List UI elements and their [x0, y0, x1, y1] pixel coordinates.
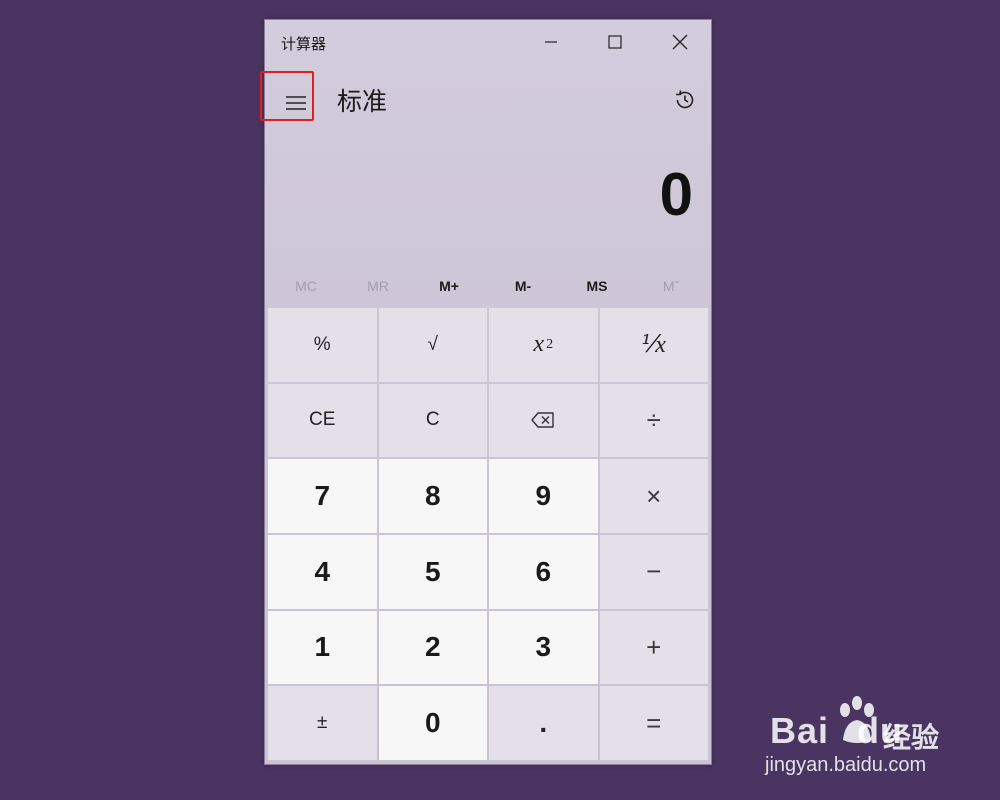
digit-0-key[interactable]: 0 [378, 686, 487, 760]
hamburger-menu-icon [286, 96, 306, 110]
square-key[interactable]: x2 [489, 308, 598, 382]
paw-icon [840, 696, 874, 743]
memory-add-button[interactable]: M+ [413, 270, 485, 302]
maximize-icon [608, 35, 622, 49]
clear-entry-key[interactable]: CE [268, 383, 377, 458]
memory-toolbar: MC MR M+ M- MS Mˇ [265, 270, 711, 302]
result-display: 0 [659, 161, 693, 228]
digit-9-key[interactable]: 9 [489, 459, 598, 533]
percent-key[interactable]: % [268, 308, 377, 382]
app-title: 计算器 [281, 35, 327, 53]
backspace-key[interactable] [489, 383, 598, 458]
digit-3-key[interactable]: 3 [489, 610, 598, 685]
negate-key[interactable]: ± [268, 686, 377, 760]
minimize-icon [545, 41, 557, 43]
keypad: % √ x2 ⅟x CE C ÷ 7 8 9 × 4 5 6 − 1 2 3 +… [268, 308, 708, 760]
backspace-icon [531, 412, 554, 429]
square-root-key[interactable]: √ [378, 308, 487, 382]
close-button[interactable] [648, 20, 712, 64]
digit-1-key[interactable]: 1 [268, 610, 377, 685]
history-icon [676, 90, 694, 109]
maximize-button[interactable] [583, 20, 647, 64]
memory-store-button[interactable]: MS [561, 270, 633, 302]
watermark-url: jingyan.baidu.com [765, 754, 927, 776]
mode-title: 标准 [337, 87, 388, 116]
digit-7-key[interactable]: 7 [268, 459, 377, 533]
add-key[interactable]: + [599, 610, 708, 685]
title-bar: 计算器 [265, 20, 711, 66]
digit-2-key[interactable]: 2 [378, 610, 487, 685]
navigation-menu-button[interactable] [273, 84, 319, 122]
square-key-base: x [533, 331, 545, 358]
decimal-key[interactable]: . [489, 686, 598, 760]
calculator-window: 计算器 标准 0 MC MR M+ M- MS Mˇ % √ x 2 ⅟x CE… [260, 19, 712, 765]
clear-key[interactable]: C [378, 383, 487, 458]
watermark-brand: 经验 [883, 721, 940, 754]
equals-key[interactable]: = [599, 686, 708, 760]
square-key-exponent: 2 [546, 336, 554, 352]
digit-4-key[interactable]: 4 [268, 534, 377, 609]
digit-8-key[interactable]: 8 [378, 459, 487, 533]
multiply-key[interactable]: × [599, 459, 708, 533]
reciprocal-key[interactable]: ⅟x [599, 308, 708, 382]
digit-5-key[interactable]: 5 [378, 534, 487, 609]
memory-clear-button[interactable]: MC [270, 270, 342, 302]
history-button[interactable] [667, 82, 703, 118]
minimize-button[interactable] [519, 20, 583, 64]
baidu-jingyan-watermark: Bai du 经验 jingyan.baidu.com [765, 690, 1000, 790]
memory-list-button[interactable]: Mˇ [635, 270, 707, 302]
close-icon [672, 34, 688, 50]
memory-recall-button[interactable]: MR [342, 270, 414, 302]
digit-6-key[interactable]: 6 [489, 534, 598, 609]
divide-key[interactable]: ÷ [599, 383, 708, 458]
memory-subtract-button[interactable]: M- [487, 270, 559, 302]
subtract-key[interactable]: − [599, 534, 708, 609]
